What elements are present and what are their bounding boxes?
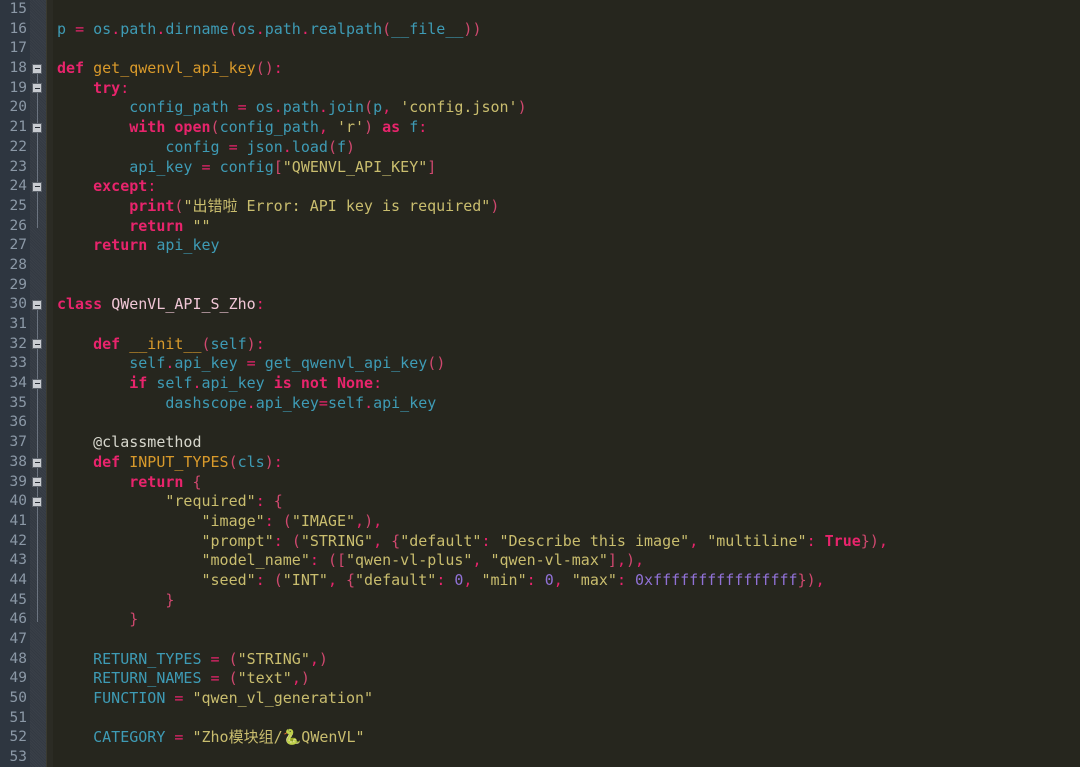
line-number: 34 bbox=[9, 375, 27, 392]
code-line[interactable]: with open(config_path, 'r') as f: bbox=[57, 118, 1080, 138]
code-line[interactable] bbox=[57, 630, 1080, 650]
code-line[interactable] bbox=[57, 39, 1080, 59]
line-number: 19 bbox=[9, 79, 27, 96]
line-number: 43 bbox=[9, 552, 27, 569]
line-number: 15 bbox=[9, 1, 27, 17]
line-number: 51 bbox=[9, 709, 27, 726]
line-number: 24 bbox=[9, 178, 27, 195]
code-line[interactable]: "image": ("IMAGE",), bbox=[57, 512, 1080, 532]
code-line[interactable] bbox=[57, 748, 1080, 767]
code-line[interactable]: def get_qwenvl_api_key(): bbox=[57, 59, 1080, 79]
line-number: 50 bbox=[9, 690, 27, 707]
line-number: 31 bbox=[9, 316, 27, 332]
fold-minus-icon[interactable] bbox=[32, 477, 42, 488]
line-number: 23 bbox=[9, 158, 27, 175]
fold-minus-icon[interactable] bbox=[32, 63, 42, 74]
code-line[interactable] bbox=[57, 0, 1080, 20]
code-line[interactable]: return { bbox=[57, 473, 1080, 493]
code-line[interactable] bbox=[57, 276, 1080, 296]
line-number: 35 bbox=[9, 394, 27, 411]
fold-minus-icon[interactable] bbox=[32, 339, 42, 350]
line-number: 49 bbox=[9, 670, 27, 687]
code-line[interactable]: api_key = config["QWENVL_API_KEY"] bbox=[57, 158, 1080, 178]
line-number: 20 bbox=[9, 99, 27, 116]
fold-minus-icon[interactable] bbox=[32, 122, 42, 133]
line-number: 45 bbox=[9, 591, 27, 608]
gutter-separator bbox=[46, 0, 53, 767]
fold-minus-icon[interactable] bbox=[32, 457, 42, 468]
line-number: 48 bbox=[9, 650, 27, 667]
line-number: 27 bbox=[9, 237, 27, 254]
code-line[interactable]: try: bbox=[57, 79, 1080, 99]
line-number: 26 bbox=[9, 217, 27, 234]
line-number: 44 bbox=[9, 571, 27, 588]
code-line[interactable]: config = json.load(f) bbox=[57, 138, 1080, 158]
code-line[interactable]: def INPUT_TYPES(cls): bbox=[57, 453, 1080, 473]
fold-minus-icon[interactable] bbox=[32, 378, 42, 389]
code-folding-strip[interactable] bbox=[30, 0, 46, 767]
line-number: 52 bbox=[9, 729, 27, 746]
line-number: 46 bbox=[9, 611, 27, 628]
code-line[interactable]: if self.api_key is not None: bbox=[57, 374, 1080, 394]
fold-minus-icon[interactable] bbox=[32, 497, 42, 507]
line-number: 22 bbox=[9, 138, 27, 155]
code-line[interactable]: "model_name": (["qwen-vl-plus", "qwen-vl… bbox=[57, 551, 1080, 571]
code-line[interactable] bbox=[57, 709, 1080, 729]
line-number: 21 bbox=[9, 119, 27, 136]
line-number: 17 bbox=[9, 40, 27, 57]
line-number: 41 bbox=[9, 512, 27, 529]
line-number: 37 bbox=[9, 434, 27, 451]
code-line[interactable]: RETURN_TYPES = ("STRING",) bbox=[57, 650, 1080, 670]
line-number: 39 bbox=[9, 473, 27, 490]
code-line[interactable]: @classmethod bbox=[57, 433, 1080, 453]
code-line[interactable] bbox=[57, 413, 1080, 433]
code-line[interactable]: print("出错啦 Error: API key is required") bbox=[57, 197, 1080, 217]
fold-minus-icon[interactable] bbox=[32, 181, 42, 192]
line-number-gutter: 15 16 17 18 19 20 21 22 23 24 25 26 27 28 29 30 31 32 33 34… bbox=[0, 0, 30, 767]
fold-minus-icon[interactable] bbox=[32, 300, 42, 310]
line-number: 25 bbox=[9, 197, 27, 214]
code-line[interactable] bbox=[57, 315, 1080, 335]
code-text-area[interactable]: p = os.path.dirname(os.path.realpath(__f… bbox=[53, 0, 1080, 767]
line-number: 33 bbox=[9, 355, 27, 372]
code-line[interactable]: "required": { bbox=[57, 492, 1080, 512]
code-line[interactable]: "seed": ("INT", {"default": 0, "min": 0,… bbox=[57, 571, 1080, 591]
line-number: 32 bbox=[9, 335, 27, 352]
code-line[interactable]: config_path = os.path.join(p, 'config.js… bbox=[57, 98, 1080, 118]
code-line[interactable]: return api_key bbox=[57, 236, 1080, 256]
line-number: 53 bbox=[9, 749, 27, 766]
code-line[interactable]: CATEGORY = "Zho模块组/🐍QWenVL" bbox=[57, 728, 1080, 748]
code-line[interactable] bbox=[57, 256, 1080, 276]
line-number: 42 bbox=[9, 532, 27, 549]
line-number: 38 bbox=[9, 453, 27, 470]
line-number: 47 bbox=[9, 631, 27, 647]
line-number-list: 15 16 17 18 19 20 21 22 23 24 25 26 27 28 29 30 31 32 33 34… bbox=[0, 0, 30, 767]
code-line[interactable]: except: bbox=[57, 177, 1080, 197]
code-line[interactable]: } bbox=[57, 591, 1080, 611]
code-line[interactable]: FUNCTION = "qwen_vl_generation" bbox=[57, 689, 1080, 709]
fold-minus-icon[interactable] bbox=[32, 83, 42, 94]
line-number: 16 bbox=[9, 20, 27, 37]
line-number: 29 bbox=[9, 276, 27, 293]
code-line[interactable]: p = os.path.dirname(os.path.realpath(__f… bbox=[57, 20, 1080, 40]
code-line[interactable]: "prompt": ("STRING", {"default": "Descri… bbox=[57, 532, 1080, 552]
line-number: 18 bbox=[9, 60, 27, 77]
code-line[interactable]: def __init__(self): bbox=[57, 335, 1080, 355]
line-number: 40 bbox=[9, 493, 27, 510]
line-number: 36 bbox=[9, 414, 27, 431]
line-number: 28 bbox=[9, 256, 27, 273]
fold-marker-list bbox=[30, 0, 46, 767]
code-line[interactable]: } bbox=[57, 610, 1080, 630]
code-line[interactable]: class QWenVL_API_S_Zho: bbox=[57, 295, 1080, 315]
code-editor[interactable]: 15 16 17 18 19 20 21 22 23 24 25 26 27 28 29 30 31 32 33 34… bbox=[0, 0, 1080, 767]
code-line[interactable]: dashscope.api_key=self.api_key bbox=[57, 394, 1080, 414]
code-line[interactable]: RETURN_NAMES = ("text",) bbox=[57, 669, 1080, 689]
line-number: 30 bbox=[9, 296, 27, 313]
code-line[interactable]: self.api_key = get_qwenvl_api_key() bbox=[57, 354, 1080, 374]
code-line[interactable]: return "" bbox=[57, 217, 1080, 237]
